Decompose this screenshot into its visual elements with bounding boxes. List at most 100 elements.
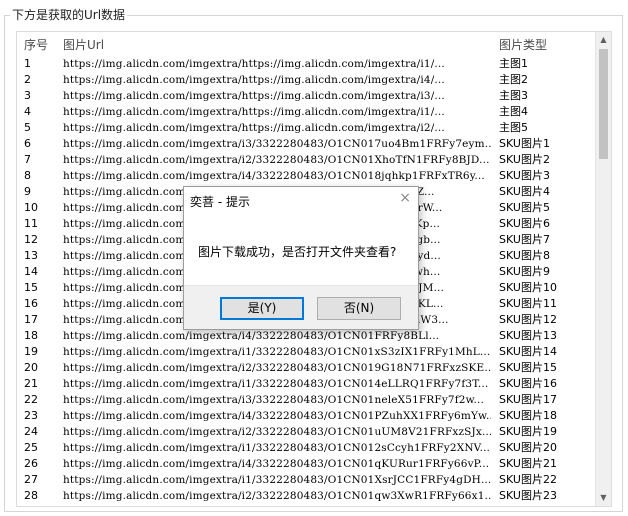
row-index: 13 <box>24 249 38 262</box>
row-index: 24 <box>24 425 38 438</box>
row-index: 27 <box>24 473 38 486</box>
row-url: https://img.alicdn.com/imgextra/i3/33222… <box>63 394 484 406</box>
row-type: SKU图片9 <box>499 265 550 278</box>
dialog-footer: 是(Y) 否(N) <box>184 285 418 329</box>
row-type: SKU图片17 <box>499 393 557 406</box>
row-url: https://img.alicdn.com/imgextra/i2/33222… <box>63 362 491 374</box>
row-type: 主图3 <box>499 89 528 102</box>
table-row[interactable]: 7 https://img.alicdn.com/imgextra/i2/3322… <box>17 152 597 168</box>
row-index: 2 <box>24 73 31 86</box>
column-header-url[interactable]: 图片Url <box>63 36 104 53</box>
row-type: SKU图片15 <box>499 361 557 374</box>
row-index: 10 <box>24 201 38 214</box>
row-index: 22 <box>24 393 38 406</box>
row-url: https://img.alicdn.com/imgextra/i4/33222… <box>63 458 490 470</box>
row-type: SKU图片12 <box>499 313 557 326</box>
row-index: 21 <box>24 377 38 390</box>
row-type: SKU图片14 <box>499 345 557 358</box>
table-row[interactable]: 28 https://img.alicdn.com/imgextra/i2/332… <box>17 488 597 504</box>
row-type: 主图5 <box>499 121 528 134</box>
row-type: SKU图片6 <box>499 217 550 230</box>
scrollbar-thumb[interactable] <box>599 49 608 159</box>
row-type: SKU图片1 <box>499 137 550 150</box>
table-row[interactable]: 19 https://img.alicdn.com/imgextra/i1/332… <box>17 344 597 360</box>
row-index: 26 <box>24 457 38 470</box>
table-row[interactable]: 25 https://img.alicdn.com/imgextra/i1/332… <box>17 440 597 456</box>
row-url: https://img.alicdn.com/imgextra/https://… <box>63 58 445 70</box>
row-index: 6 <box>24 137 31 150</box>
row-type: SKU图片20 <box>499 441 557 454</box>
scroll-down-arrow-icon[interactable]: ▼ <box>596 490 611 506</box>
row-url: https://img.alicdn.com/imgextra/https://… <box>63 74 445 86</box>
row-index: 3 <box>24 89 31 102</box>
row-index: 19 <box>24 345 38 358</box>
table-row[interactable]: 24 https://img.alicdn.com/imgextra/i2/332… <box>17 424 597 440</box>
row-type: SKU图片19 <box>499 425 557 438</box>
table-row[interactable]: 2 https://img.alicdn.com/imgextra/https:/… <box>17 72 597 88</box>
row-index: 17 <box>24 313 38 326</box>
row-index: 23 <box>24 409 38 422</box>
row-url: https://img.alicdn.com/imgextra/i1/33222… <box>63 474 491 486</box>
scroll-up-arrow-icon[interactable]: ▲ <box>596 32 611 48</box>
dialog-title: 奕菩 - 提示 <box>190 195 250 209</box>
table-row[interactable]: 23 https://img.alicdn.com/imgextra/i4/332… <box>17 408 597 424</box>
table-row[interactable]: 4 https://img.alicdn.com/imgextra/https:/… <box>17 104 597 120</box>
row-type: SKU图片8 <box>499 249 550 262</box>
dialog-message: 图片下载成功，是否打开文件夹查看? <box>198 245 397 259</box>
table-row[interactable]: 3 https://img.alicdn.com/imgextra/https:/… <box>17 88 597 104</box>
row-index: 15 <box>24 281 38 294</box>
table-row[interactable]: 1 https://img.alicdn.com/imgextra/https:/… <box>17 56 597 72</box>
row-type: SKU图片5 <box>499 201 550 214</box>
row-index: 9 <box>24 185 31 198</box>
row-type: SKU图片23 <box>499 489 557 502</box>
row-index: 5 <box>24 121 31 134</box>
table-row[interactable]: 21 https://img.alicdn.com/imgextra/i1/332… <box>17 376 597 392</box>
vertical-scrollbar[interactable]: ▲ ▼ <box>595 32 611 506</box>
table-row[interactable]: 22 https://img.alicdn.com/imgextra/i3/332… <box>17 392 597 408</box>
row-type: SKU图片18 <box>499 409 557 422</box>
row-url: https://img.alicdn.com/imgextra/i4/33222… <box>63 330 440 342</box>
close-icon[interactable]: × <box>399 190 411 206</box>
table-row[interactable]: 5 https://img.alicdn.com/imgextra/https:/… <box>17 120 597 136</box>
table-row[interactable]: 20 https://img.alicdn.com/imgextra/i2/332… <box>17 360 597 376</box>
row-type: SKU图片10 <box>499 281 557 294</box>
row-url: https://img.alicdn.com/imgextra/i3/33222… <box>63 138 491 150</box>
row-type: SKU图片4 <box>499 185 550 198</box>
row-index: 12 <box>24 233 38 246</box>
row-type: 主图2 <box>499 73 528 86</box>
list-header: 序号 图片Url 图片类型 <box>17 32 597 54</box>
download-success-dialog: 奕菩 - 提示 × 图片下载成功，是否打开文件夹查看? 是(Y) 否(N) <box>183 186 419 330</box>
yes-button[interactable]: 是(Y) <box>220 297 304 320</box>
groupbox-title: 下方是获取的Url数据 <box>10 8 128 22</box>
row-index: 25 <box>24 441 38 454</box>
row-index: 11 <box>24 217 38 230</box>
row-type: SKU图片16 <box>499 377 557 390</box>
row-type: 主图4 <box>499 105 528 118</box>
row-type: SKU图片13 <box>499 329 557 342</box>
table-row[interactable]: 27 https://img.alicdn.com/imgextra/i1/332… <box>17 472 597 488</box>
table-row[interactable]: 8 https://img.alicdn.com/imgextra/i4/3322… <box>17 168 597 184</box>
table-row[interactable]: 6 https://img.alicdn.com/imgextra/i3/3322… <box>17 136 597 152</box>
column-header-type[interactable]: 图片类型 <box>499 36 547 53</box>
row-url: https://img.alicdn.com/imgextra/https://… <box>63 90 445 102</box>
column-header-index[interactable]: 序号 <box>24 36 48 53</box>
row-type: 主图1 <box>499 57 528 70</box>
row-url: https://img.alicdn.com/imgextra/i2/33222… <box>63 490 491 502</box>
row-url: https://img.alicdn.com/imgextra/i1/33222… <box>63 378 489 390</box>
row-url: https://img.alicdn.com/imgextra/https://… <box>63 122 445 134</box>
row-type: SKU图片7 <box>499 233 550 246</box>
row-type: SKU图片22 <box>499 473 557 486</box>
row-index: 8 <box>24 169 31 182</box>
row-type: SKU图片2 <box>499 153 550 166</box>
row-index: 4 <box>24 105 31 118</box>
row-url: https://img.alicdn.com/imgextra/i4/33222… <box>63 170 485 182</box>
table-row[interactable]: 26 https://img.alicdn.com/imgextra/i4/332… <box>17 456 597 472</box>
row-index: 1 <box>24 57 31 70</box>
row-url: https://img.alicdn.com/imgextra/i2/33222… <box>63 154 490 166</box>
row-url: https://img.alicdn.com/imgextra/i4/33222… <box>63 410 491 422</box>
row-index: 16 <box>24 297 38 310</box>
no-button[interactable]: 否(N) <box>317 297 401 320</box>
row-index: 14 <box>24 265 38 278</box>
row-index: 28 <box>24 489 38 502</box>
table-row[interactable]: 18 https://img.alicdn.com/imgextra/i4/332… <box>17 328 597 344</box>
